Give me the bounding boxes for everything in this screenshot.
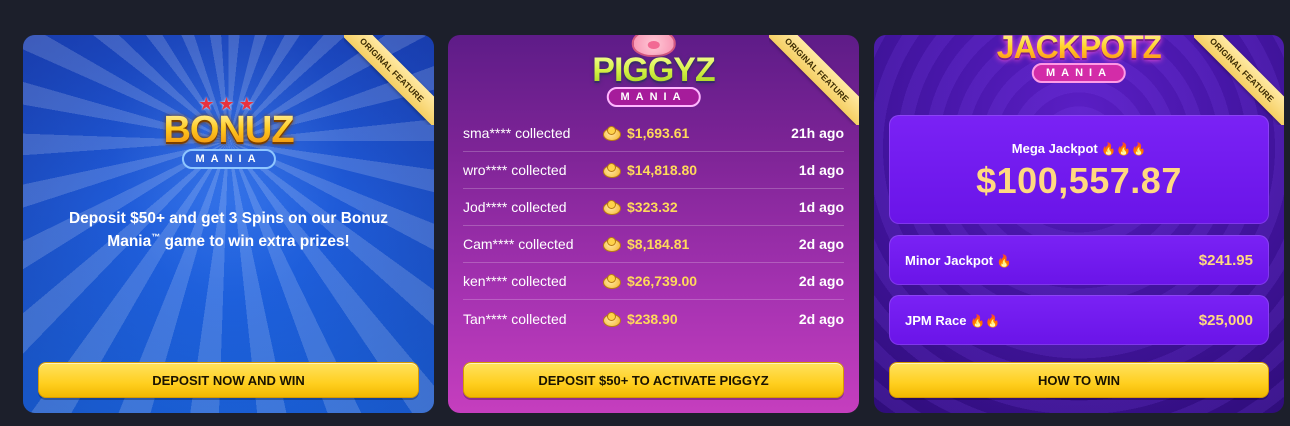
feed-user: Cam**** collected: [463, 236, 574, 252]
piggyz-mania-card: ORIGINAL FEATURE PIGGYZ MANIA sma**** co…: [448, 35, 859, 413]
piggy-coin-icon: [603, 163, 621, 178]
feed-row: ken**** collected $26,739.00 2d ago: [463, 263, 844, 300]
logo-word: BONUZ: [163, 109, 294, 151]
piggy-coin-icon: [603, 311, 621, 327]
feed-user: sma**** collected: [463, 125, 571, 141]
feed-time: 2d ago: [798, 236, 844, 252]
deposit-activate-piggyz-button[interactable]: DEPOSIT $50+ TO ACTIVATE PIGGYZ: [463, 362, 844, 398]
piggy-coin-icon: [603, 274, 621, 289]
piggy-coin-icon: [603, 200, 621, 215]
feed-amount: $238.90: [603, 311, 774, 327]
logo-word: JACKPOTZ: [997, 35, 1162, 63]
feed-amount: $323.32: [603, 199, 774, 215]
feed-user: Tan**** collected: [463, 310, 567, 327]
original-feature-ribbon: ORIGINAL FEATURE: [769, 35, 859, 125]
piggy-coin-icon: [603, 237, 621, 252]
minor-jackpot-row: Minor Jackpot 🔥 $241.95: [889, 235, 1269, 285]
mega-label-text: Mega Jackpot: [1011, 141, 1098, 156]
feed-user: wro**** collected: [463, 162, 567, 178]
fire-icon: 🔥: [996, 253, 1012, 268]
minor-label-text: Minor Jackpot: [905, 252, 994, 268]
logo-sub: MANIA: [606, 87, 701, 107]
feed-amount-value: $14,818.80: [627, 162, 698, 178]
feed-amount: $8,184.81: [603, 236, 774, 252]
logo-sub: MANIA: [181, 149, 276, 169]
feed-amount: $1,693.61: [603, 125, 774, 141]
promo-spins: 3 Spins: [228, 210, 284, 227]
jpm-race-row: JPM Race 🔥🔥 $25,000: [889, 295, 1269, 345]
feed-amount-value: $238.90: [627, 310, 678, 327]
feed-amount-value: $1,693.61: [627, 125, 690, 141]
deposit-now-button[interactable]: DEPOSIT NOW AND WIN: [38, 362, 419, 398]
feed-time: 2d ago: [798, 310, 844, 327]
piggyz-mania-logo: PIGGYZ MANIA: [592, 35, 716, 107]
feed-amount-value: $323.32: [627, 199, 678, 215]
ribbon-label: ORIGINAL FEATURE: [769, 35, 859, 125]
feed-time: 2d ago: [798, 273, 844, 289]
jpm-race-label: JPM Race 🔥🔥: [905, 313, 1000, 328]
feed-user: Jod**** collected: [463, 199, 567, 215]
feed-row: Cam**** collected $8,184.81 2d ago: [463, 226, 844, 263]
bonuz-mania-card: ORIGINAL FEATURE ★★★ BONUZ MANIA Deposit…: [23, 35, 434, 413]
logo-word: PIGGYZ: [592, 51, 715, 89]
promo-text-start: Deposit $50+ and get: [68, 210, 229, 227]
jpm-race-value: $25,000: [1198, 311, 1253, 329]
piggy-coin-icon: [603, 126, 621, 141]
feed-amount-value: $26,739.00: [627, 273, 698, 289]
feed-user: ken**** collected: [463, 273, 567, 289]
feed-time: 21h ago: [791, 125, 844, 141]
winners-feed: sma**** collected $1,693.61 21h ago wro*…: [463, 115, 844, 337]
feed-amount: $26,739.00: [603, 273, 774, 289]
jackpotz-mania-logo: JACKPOTZ MANIA: [997, 35, 1162, 83]
feed-time: 1d ago: [798, 162, 844, 178]
original-feature-ribbon: ORIGINAL FEATURE: [344, 35, 434, 125]
how-to-win-button[interactable]: HOW TO WIN: [889, 362, 1269, 398]
feed-row: Tan**** collected $238.90 2d ago: [463, 300, 844, 337]
bonuz-promo-text: Deposit $50+ and get 3 Spins on our Bonu…: [53, 207, 404, 254]
jackpotz-mania-card: ORIGINAL FEATURE JACKPOTZ MANIA Mega Jac…: [874, 35, 1284, 413]
ribbon-label: ORIGINAL FEATURE: [344, 35, 434, 125]
promo-text-mid: on our: [283, 210, 341, 227]
jpm-label-text: JPM Race: [905, 312, 967, 328]
mega-jackpot-value: $100,557.87: [976, 160, 1182, 201]
feed-amount-value: $8,184.81: [627, 236, 690, 252]
feed-amount: $14,818.80: [603, 162, 774, 178]
fire-icon: 🔥🔥: [970, 313, 1000, 328]
feed-row: wro**** collected $14,818.80 1d ago: [463, 152, 844, 189]
mega-jackpot-label: Mega Jackpot 🔥🔥🔥: [889, 141, 1269, 156]
original-feature-ribbon: ORIGINAL FEATURE: [1194, 35, 1284, 125]
promo-text-end: game to win extra prizes!: [160, 233, 350, 251]
feed-row: Jod**** collected $323.32 1d ago: [463, 189, 844, 226]
bonuz-mania-logo: ★★★ BONUZ MANIA: [163, 95, 295, 169]
ribbon-label: ORIGINAL FEATURE: [1194, 35, 1284, 125]
trademark: ™: [151, 232, 161, 243]
logo-sub: MANIA: [1031, 63, 1127, 83]
feed-time: 1d ago: [798, 199, 844, 215]
mega-jackpot-panel: Mega Jackpot 🔥🔥🔥 $100,557.87: [889, 115, 1269, 224]
fire-icon: 🔥🔥🔥: [1101, 142, 1147, 156]
minor-jackpot-value: $241.95: [1198, 251, 1253, 269]
minor-jackpot-label: Minor Jackpot 🔥: [905, 253, 1012, 268]
